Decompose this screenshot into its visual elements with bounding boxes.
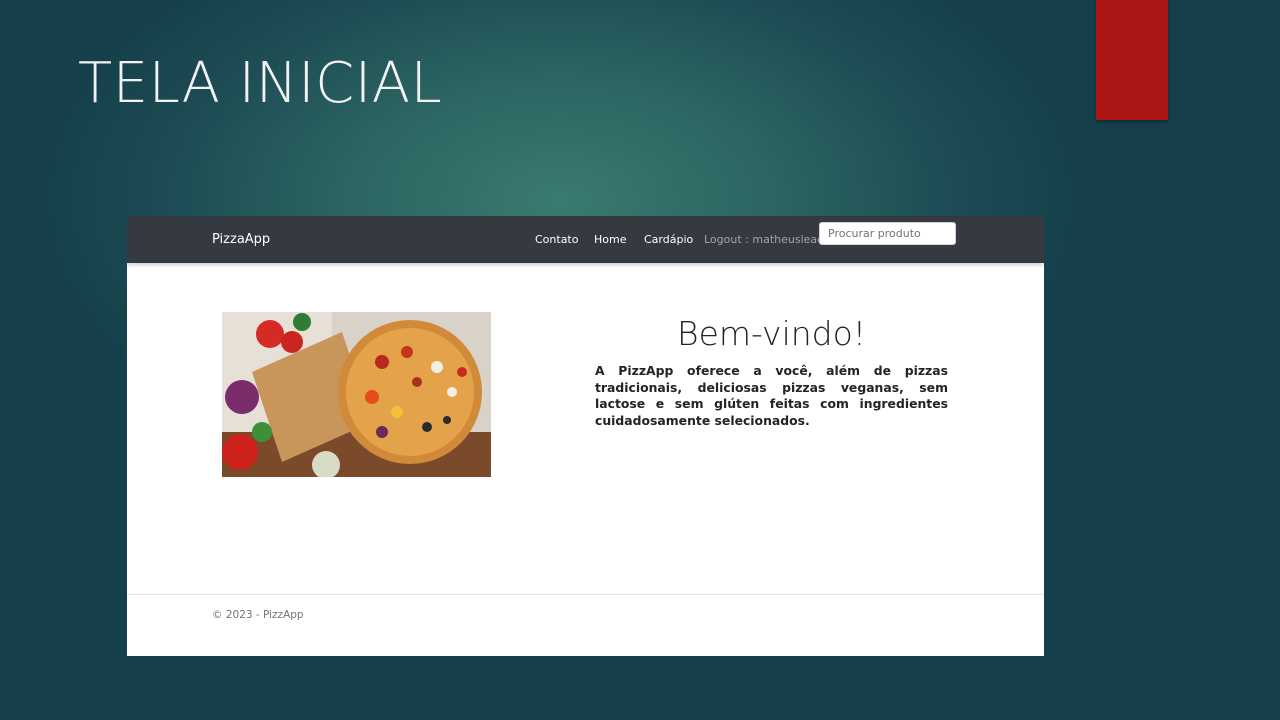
welcome-heading: Bem-vindo! (676, 314, 867, 353)
nav-link-contato[interactable]: Contato (535, 233, 578, 246)
logout-link[interactable]: Logout : matheusleao (704, 233, 824, 246)
slide-title: TELA INICIAL (78, 51, 443, 116)
welcome-description: A PizzApp oferece a você, além de pizzas… (595, 363, 948, 428)
red-accent-tab (1096, 0, 1168, 120)
pizza-image (222, 312, 491, 477)
app-screenshot: PizzaApp Contato Home Cardápio Logout : … (127, 216, 1044, 656)
footer-copyright: © 2023 - PizzApp (212, 609, 304, 621)
footer-divider (127, 594, 1044, 595)
navbar: PizzaApp Contato Home Cardápio Logout : … (127, 216, 1044, 263)
search-input[interactable] (819, 222, 956, 245)
brand-link[interactable]: PizzaApp (212, 232, 270, 247)
nav-link-home[interactable]: Home (594, 233, 626, 246)
nav-link-cardapio[interactable]: Cardápio (644, 233, 693, 246)
